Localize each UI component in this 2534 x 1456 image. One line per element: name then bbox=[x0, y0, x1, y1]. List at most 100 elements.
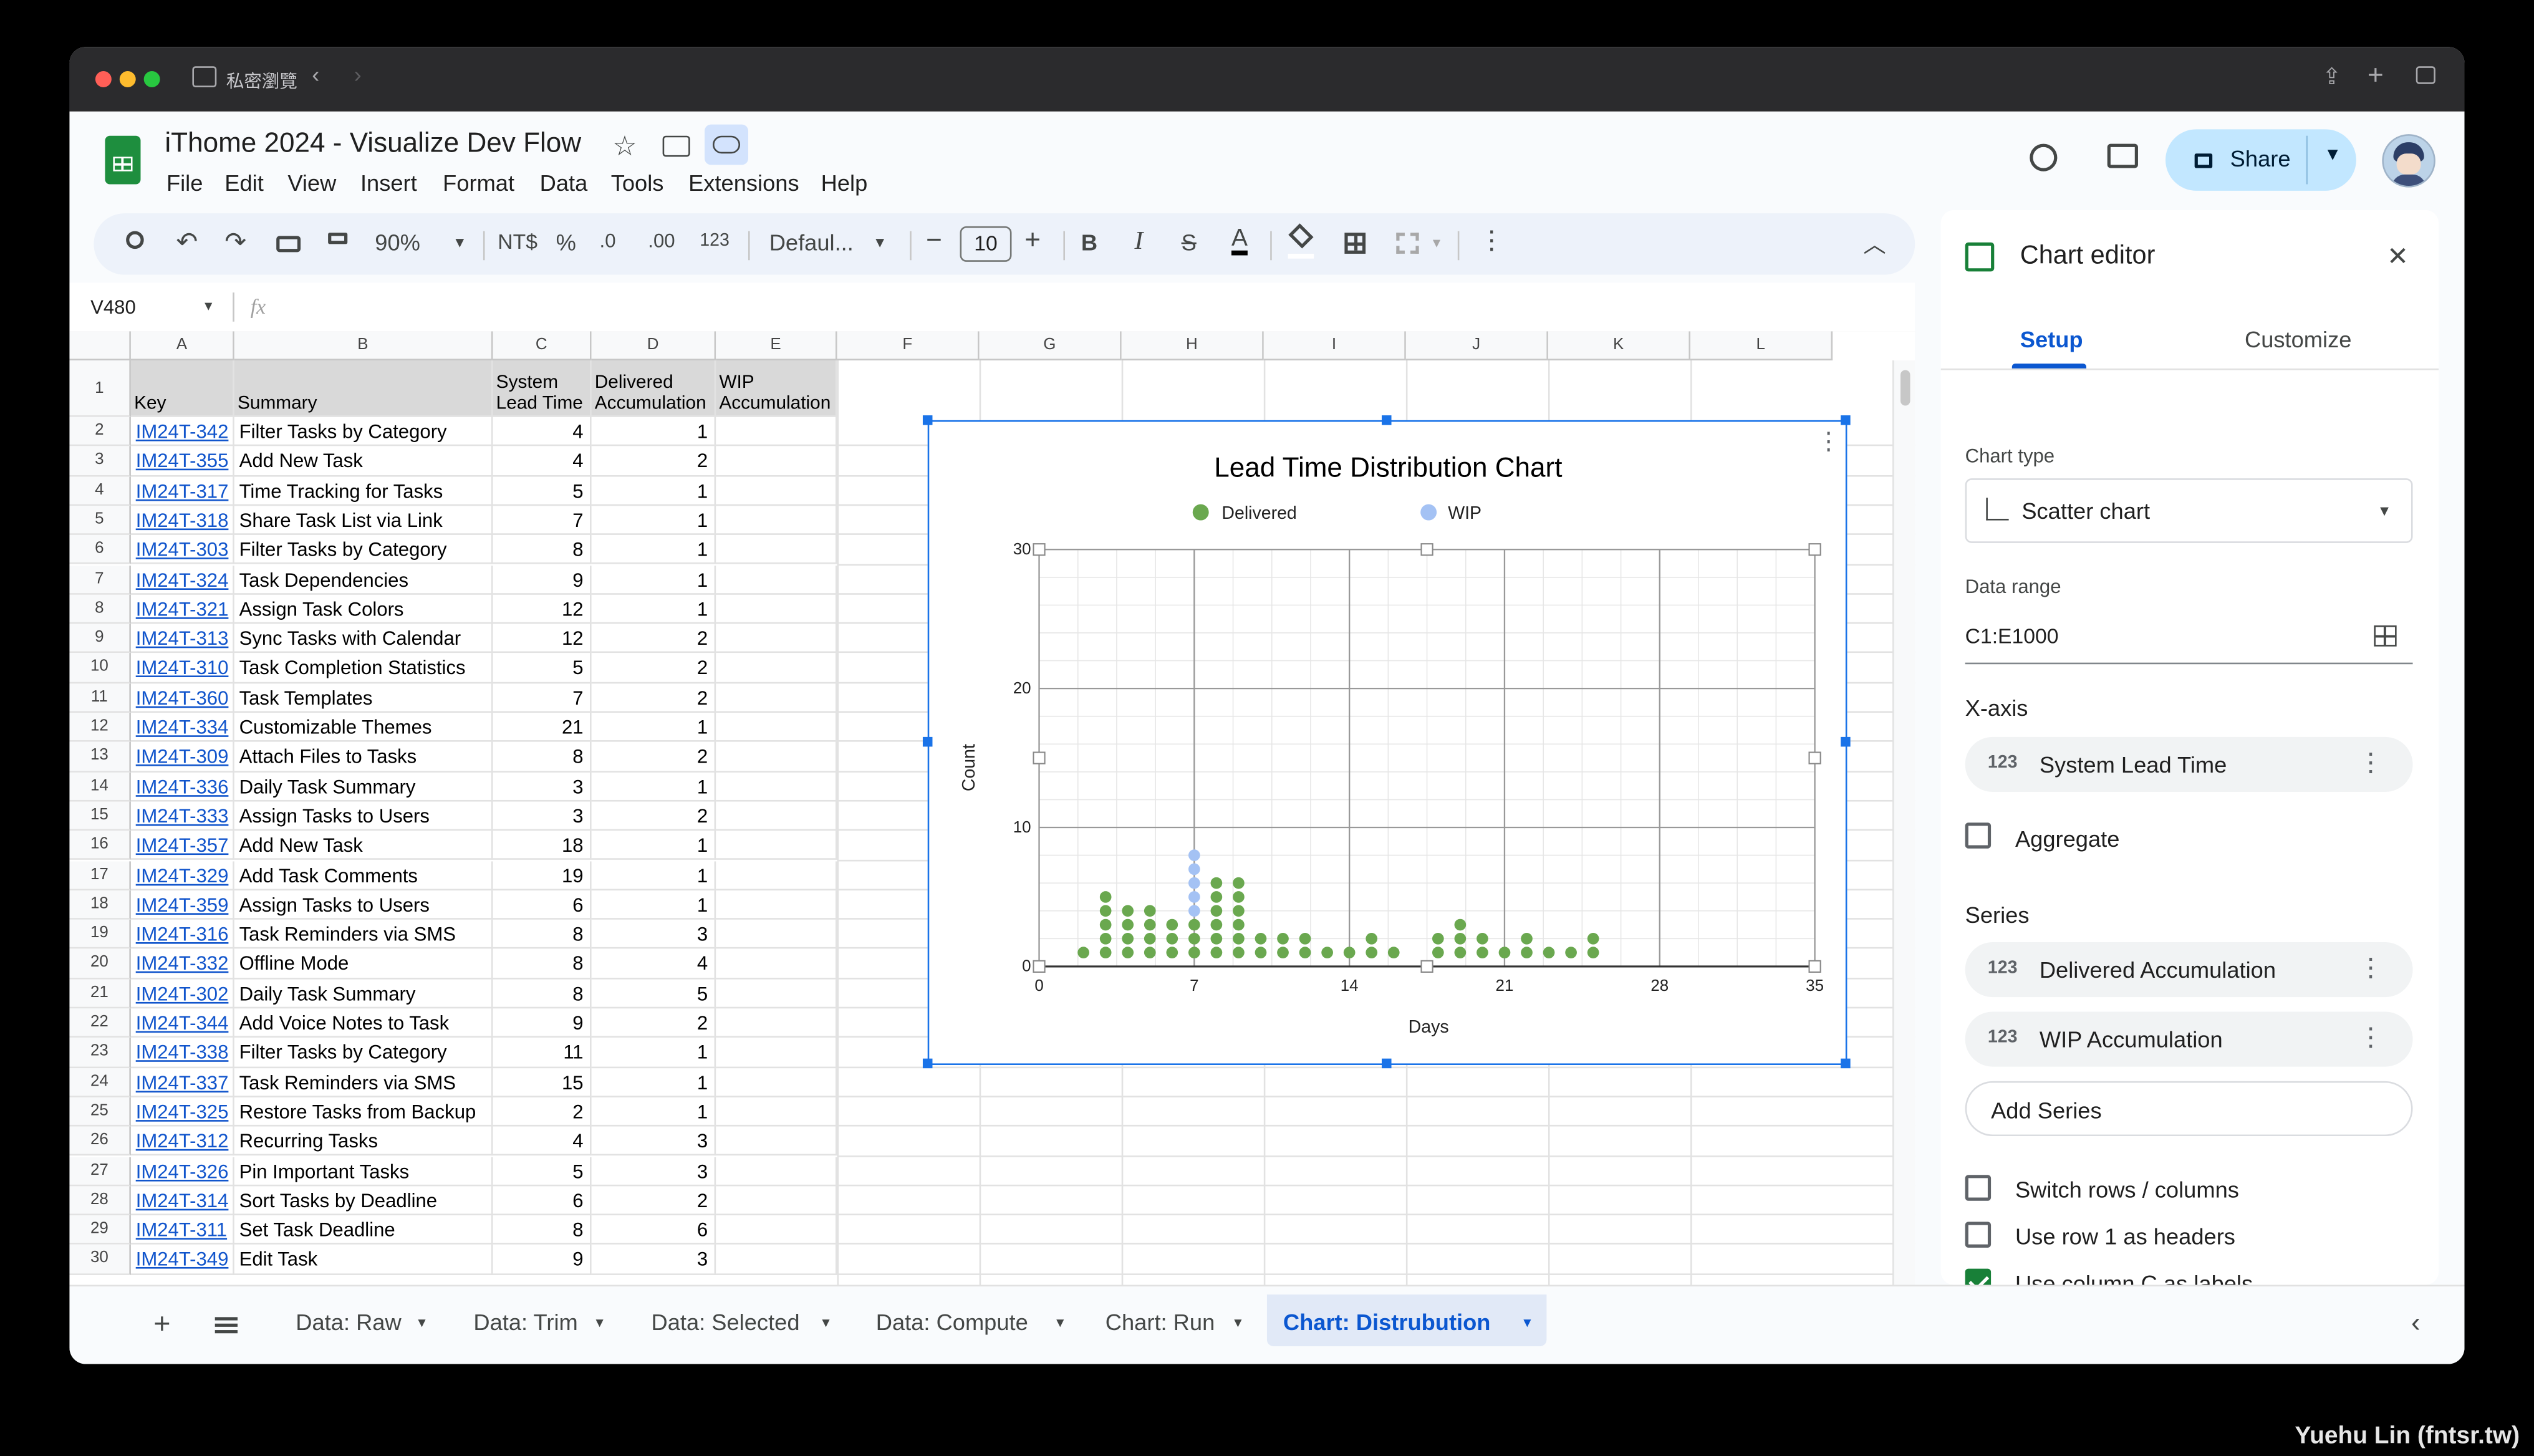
row-header[interactable]: 30 bbox=[69, 1245, 131, 1275]
plot-area-handle[interactable] bbox=[1033, 960, 1046, 973]
aggregate-checkbox[interactable] bbox=[1965, 822, 1992, 849]
delivered-point[interactable] bbox=[1099, 905, 1112, 917]
delivered-point[interactable] bbox=[1477, 947, 1488, 958]
row-header[interactable]: 1 bbox=[69, 360, 131, 417]
decrease-decimal-button[interactable]: .0 bbox=[600, 229, 616, 252]
summary-cell[interactable]: Task Reminders via SMS bbox=[234, 1068, 493, 1097]
vertical-scrollbar[interactable] bbox=[1892, 360, 1915, 1285]
delivered-point[interactable] bbox=[1144, 918, 1156, 931]
spreadsheet-grid[interactable]: ABCDEFGHIJKL 1 Key Summary System Lead Time… bbox=[69, 331, 1915, 1285]
select-range-icon[interactable] bbox=[2374, 625, 2397, 647]
delivered-point[interactable] bbox=[1255, 932, 1267, 945]
delivered-cell[interactable]: 6 bbox=[591, 1215, 716, 1245]
lead-time-cell[interactable]: 2 bbox=[493, 1097, 592, 1127]
wip-cell[interactable] bbox=[716, 801, 837, 831]
wip-cell[interactable] bbox=[716, 476, 837, 506]
header-cell[interactable]: WIP Accumulation bbox=[716, 360, 837, 417]
menu-file[interactable]: File bbox=[166, 170, 203, 195]
lead-time-cell[interactable]: 4 bbox=[493, 417, 592, 447]
delivered-point[interactable] bbox=[1277, 932, 1289, 945]
switch-rows-columns-checkbox[interactable] bbox=[1965, 1175, 1992, 1201]
sheet-tab[interactable]: Data: Selected ▼ bbox=[635, 1294, 845, 1346]
resize-handle[interactable] bbox=[1841, 415, 1851, 425]
lead-time-cell[interactable]: 12 bbox=[493, 594, 592, 624]
issue-key-link[interactable]: IM24T-310 bbox=[130, 653, 234, 683]
wip-cell[interactable] bbox=[716, 417, 837, 447]
delivered-cell[interactable]: 1 bbox=[591, 1038, 716, 1068]
name-box-dropdown-icon[interactable]: ▼ bbox=[202, 299, 215, 313]
delivered-point[interactable] bbox=[1565, 947, 1577, 958]
lead-time-cell[interactable]: 8 bbox=[493, 742, 592, 772]
delivered-point[interactable] bbox=[1210, 905, 1223, 917]
delivered-cell[interactable]: 1 bbox=[591, 831, 716, 861]
issue-key-link[interactable]: IM24T-337 bbox=[130, 1068, 234, 1097]
sheet-tab-menu-icon[interactable]: ▼ bbox=[415, 1316, 428, 1330]
plot-area-handle[interactable] bbox=[1808, 543, 1821, 556]
lead-time-cell[interactable]: 12 bbox=[493, 624, 592, 654]
wip-cell[interactable] bbox=[716, 890, 837, 920]
delivered-cell[interactable]: 1 bbox=[591, 417, 716, 447]
lead-time-cell[interactable]: 8 bbox=[493, 1215, 592, 1245]
wip-cell[interactable] bbox=[716, 712, 837, 743]
wip-cell[interactable] bbox=[716, 1068, 837, 1097]
wip-point[interactable] bbox=[1188, 877, 1200, 889]
lead-time-cell[interactable]: 5 bbox=[493, 476, 592, 506]
resize-handle[interactable] bbox=[1381, 1058, 1392, 1069]
italic-button[interactable]: I bbox=[1134, 228, 1143, 257]
delivered-point[interactable] bbox=[1188, 918, 1200, 931]
redo-icon[interactable]: ↷ bbox=[224, 226, 246, 259]
delivered-point[interactable] bbox=[1477, 932, 1488, 945]
delivered-cell[interactable]: 2 bbox=[591, 742, 716, 772]
wip-cell[interactable] bbox=[716, 919, 837, 950]
lead-time-cell[interactable]: 3 bbox=[493, 771, 592, 802]
add-sheet-icon[interactable]: + bbox=[153, 1308, 170, 1341]
menu-tools[interactable]: Tools bbox=[611, 170, 664, 195]
wip-point[interactable] bbox=[1188, 849, 1200, 861]
wip-cell[interactable] bbox=[716, 683, 837, 713]
delivered-point[interactable] bbox=[1210, 918, 1223, 931]
delivered-point[interactable] bbox=[1277, 947, 1289, 958]
delivered-cell[interactable]: 1 bbox=[591, 861, 716, 890]
summary-cell[interactable]: Add New Task bbox=[234, 831, 493, 861]
delivered-point[interactable] bbox=[1587, 932, 1599, 945]
issue-key-link[interactable]: IM24T-360 bbox=[130, 683, 234, 713]
new-tab-icon[interactable]: + bbox=[2368, 60, 2384, 92]
summary-cell[interactable]: Task Reminders via SMS bbox=[234, 919, 493, 950]
plot-area-handle[interactable] bbox=[1033, 543, 1046, 556]
delivered-cell[interactable]: 1 bbox=[591, 476, 716, 506]
issue-key-link[interactable]: IM24T-317 bbox=[130, 476, 234, 506]
chart-type-select[interactable]: Scatter chart ▼ bbox=[1965, 478, 2413, 543]
delivered-cell[interactable]: 1 bbox=[591, 1097, 716, 1127]
tab-customize[interactable]: Customize bbox=[2245, 327, 2351, 352]
sheet-tab[interactable]: Data: Trim ▼ bbox=[457, 1294, 619, 1346]
delivered-point[interactable] bbox=[1122, 905, 1134, 917]
zoom-dropdown-icon[interactable]: ▼ bbox=[453, 234, 467, 251]
formula-input[interactable] bbox=[296, 296, 1896, 321]
header-cell[interactable]: System Lead Time bbox=[493, 360, 592, 417]
row-header[interactable]: 5 bbox=[69, 505, 131, 536]
x-axis-more-icon[interactable]: ⋮ bbox=[2358, 746, 2383, 779]
delivered-point[interactable] bbox=[1366, 947, 1378, 958]
delivered-cell[interactable]: 1 bbox=[591, 564, 716, 595]
lead-time-cell[interactable]: 7 bbox=[493, 683, 592, 713]
delivered-point[interactable] bbox=[1521, 947, 1533, 958]
delivered-point[interactable] bbox=[1343, 947, 1356, 958]
issue-key-link[interactable]: IM24T-349 bbox=[130, 1245, 234, 1275]
issue-key-link[interactable]: IM24T-332 bbox=[130, 949, 234, 979]
issue-key-link[interactable]: IM24T-359 bbox=[130, 890, 234, 920]
row-header[interactable]: 14 bbox=[69, 771, 131, 802]
summary-cell[interactable]: Sort Tasks by Deadline bbox=[234, 1185, 493, 1216]
lead-time-cell[interactable]: 19 bbox=[493, 861, 592, 890]
delivered-point[interactable] bbox=[1144, 947, 1156, 958]
wip-cell[interactable] bbox=[716, 861, 837, 890]
wip-cell[interactable] bbox=[716, 653, 837, 683]
delivered-point[interactable] bbox=[1587, 947, 1599, 958]
wip-point[interactable] bbox=[1188, 891, 1200, 903]
borders-icon[interactable] bbox=[1344, 233, 1366, 254]
lead-time-cell[interactable]: 11 bbox=[493, 1038, 592, 1068]
lead-time-cell[interactable]: 9 bbox=[493, 1008, 592, 1038]
delivered-point[interactable] bbox=[1099, 947, 1112, 958]
font-select[interactable]: Defaul... bbox=[769, 229, 854, 255]
delivered-point[interactable] bbox=[1233, 918, 1245, 931]
sidebar-icon[interactable] bbox=[192, 66, 217, 87]
